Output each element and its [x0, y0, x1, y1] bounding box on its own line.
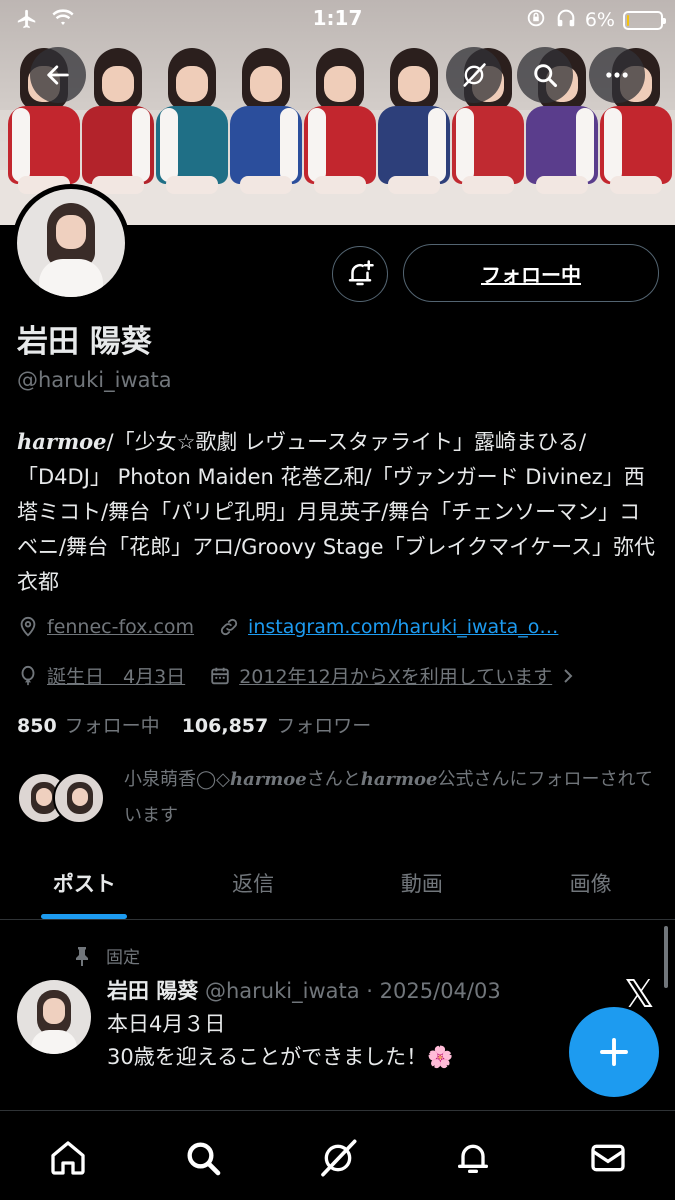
arrow-left-icon — [47, 65, 69, 85]
tab-replies[interactable]: 返信 — [169, 846, 338, 919]
more-button[interactable] — [589, 47, 645, 103]
active-tab-indicator — [41, 914, 128, 919]
tweet-text[interactable]: 本日4月３日 30歳を迎えることができました！🌸 — [107, 1008, 453, 1074]
follow-stats: 850 フォロー中 106,857 フォロワー — [17, 711, 385, 738]
banner-person — [154, 48, 230, 198]
website-link[interactable]: instagram.com/haruki_iwata_o… — [248, 616, 558, 638]
bottom-navigation — [0, 1110, 675, 1200]
envelope-icon — [590, 1144, 625, 1172]
banner-person — [80, 48, 156, 198]
balloon-icon — [21, 665, 35, 685]
followed-by-text: 小泉萌香◯◇harmoeさんとharmoe公式さんにフォローされています — [124, 769, 653, 826]
profile-bio: harmoe/「少女☆歌劇 レヴュースタァライト」露崎まひる/「D4DJ」 Ph… — [17, 424, 657, 600]
compose-post-button[interactable] — [569, 1007, 659, 1097]
pinned-indicator: 固定 — [72, 943, 140, 968]
profile-handle: @haruki_iwata — [17, 368, 172, 392]
bio-text: /「少女☆歌劇 レヴュースタァライト」露崎まひる/「D4DJ」 Photon M… — [17, 430, 656, 594]
pin-icon — [76, 946, 88, 966]
profile-tabs: ポスト 返信 動画 画像 — [0, 846, 675, 920]
joined-item[interactable]: 2012年12月からXを利用しています — [209, 662, 576, 689]
following-count[interactable]: 850 — [17, 715, 57, 737]
nav-search[interactable] — [175, 1133, 231, 1183]
profile-avatar[interactable] — [12, 184, 130, 302]
location-pin-icon — [20, 616, 36, 637]
tweet-author-name[interactable]: 岩田 陽葵 — [107, 979, 198, 1003]
tweet-avatar[interactable] — [17, 980, 91, 1054]
location-text[interactable]: fennec-fox.com — [47, 616, 194, 638]
nav-home[interactable] — [40, 1133, 96, 1183]
follower-avatar — [53, 772, 105, 824]
birthday-text: 誕生日 4月3日 — [47, 666, 186, 688]
following-label[interactable]: フォロー中 — [65, 711, 160, 738]
followers-label[interactable]: フォロワー — [276, 711, 371, 738]
banner-person — [228, 48, 304, 198]
followers-count[interactable]: 106,857 — [182, 715, 269, 737]
profile-links-row: fennec-fox.com instagram.com/haruki_iwat… — [17, 616, 582, 638]
tab-posts[interactable]: ポスト — [0, 846, 169, 919]
plus-icon — [600, 1038, 628, 1066]
tweet-header: 岩田 陽葵 @haruki_iwata · 2025/04/03 — [107, 975, 501, 1005]
grok-button[interactable] — [446, 47, 502, 103]
notification-subscribe-button[interactable] — [332, 246, 388, 302]
search-button[interactable] — [517, 47, 573, 103]
tweet-author-handle[interactable]: @haruki_iwata — [205, 979, 360, 1003]
website-item[interactable]: instagram.com/haruki_iwata_o… — [218, 616, 558, 638]
profile-name: 岩田 陽葵 — [17, 324, 152, 360]
home-icon — [50, 1141, 85, 1175]
tab-images[interactable]: 画像 — [506, 846, 675, 919]
tab-videos[interactable]: 動画 — [338, 846, 507, 919]
status-bar: 1:17 6% — [0, 0, 675, 40]
nav-grok[interactable] — [310, 1133, 366, 1183]
battery-percent: 6% — [584, 9, 615, 31]
grok-icon — [463, 63, 486, 87]
chevron-right-icon — [564, 668, 573, 683]
nav-notifications[interactable] — [445, 1133, 501, 1183]
following-button[interactable]: フォロー中 — [403, 244, 659, 302]
bell-plus-icon — [348, 260, 374, 286]
joined-text[interactable]: 2012年12月からXを利用しています — [239, 662, 552, 689]
link-icon — [220, 618, 238, 636]
search-icon — [534, 64, 558, 88]
search-icon — [187, 1142, 220, 1176]
bell-icon — [457, 1144, 488, 1173]
headphones-icon — [555, 7, 577, 33]
location-item[interactable]: fennec-fox.com — [17, 616, 194, 638]
more-dots-icon — [606, 72, 628, 78]
grok-icon — [320, 1139, 356, 1177]
battery-icon — [623, 10, 666, 30]
tweet-date[interactable]: 2025/04/03 — [380, 979, 501, 1003]
profile-dates-row: 誕生日 4月3日 2012年12月からXを利用しています — [17, 662, 600, 689]
back-button[interactable] — [30, 47, 86, 103]
banner-person — [376, 48, 452, 198]
tweet-separator: · — [366, 979, 373, 1003]
nav-messages[interactable] — [580, 1133, 636, 1183]
scrollbar[interactable] — [664, 926, 668, 988]
rotation-lock-icon — [525, 7, 547, 33]
bio-brand[interactable]: harmoe — [17, 429, 107, 454]
birthday-item: 誕生日 4月3日 — [17, 662, 185, 689]
banner-person — [302, 48, 378, 198]
calendar-icon — [211, 667, 229, 684]
pinned-label: 固定 — [106, 948, 140, 968]
